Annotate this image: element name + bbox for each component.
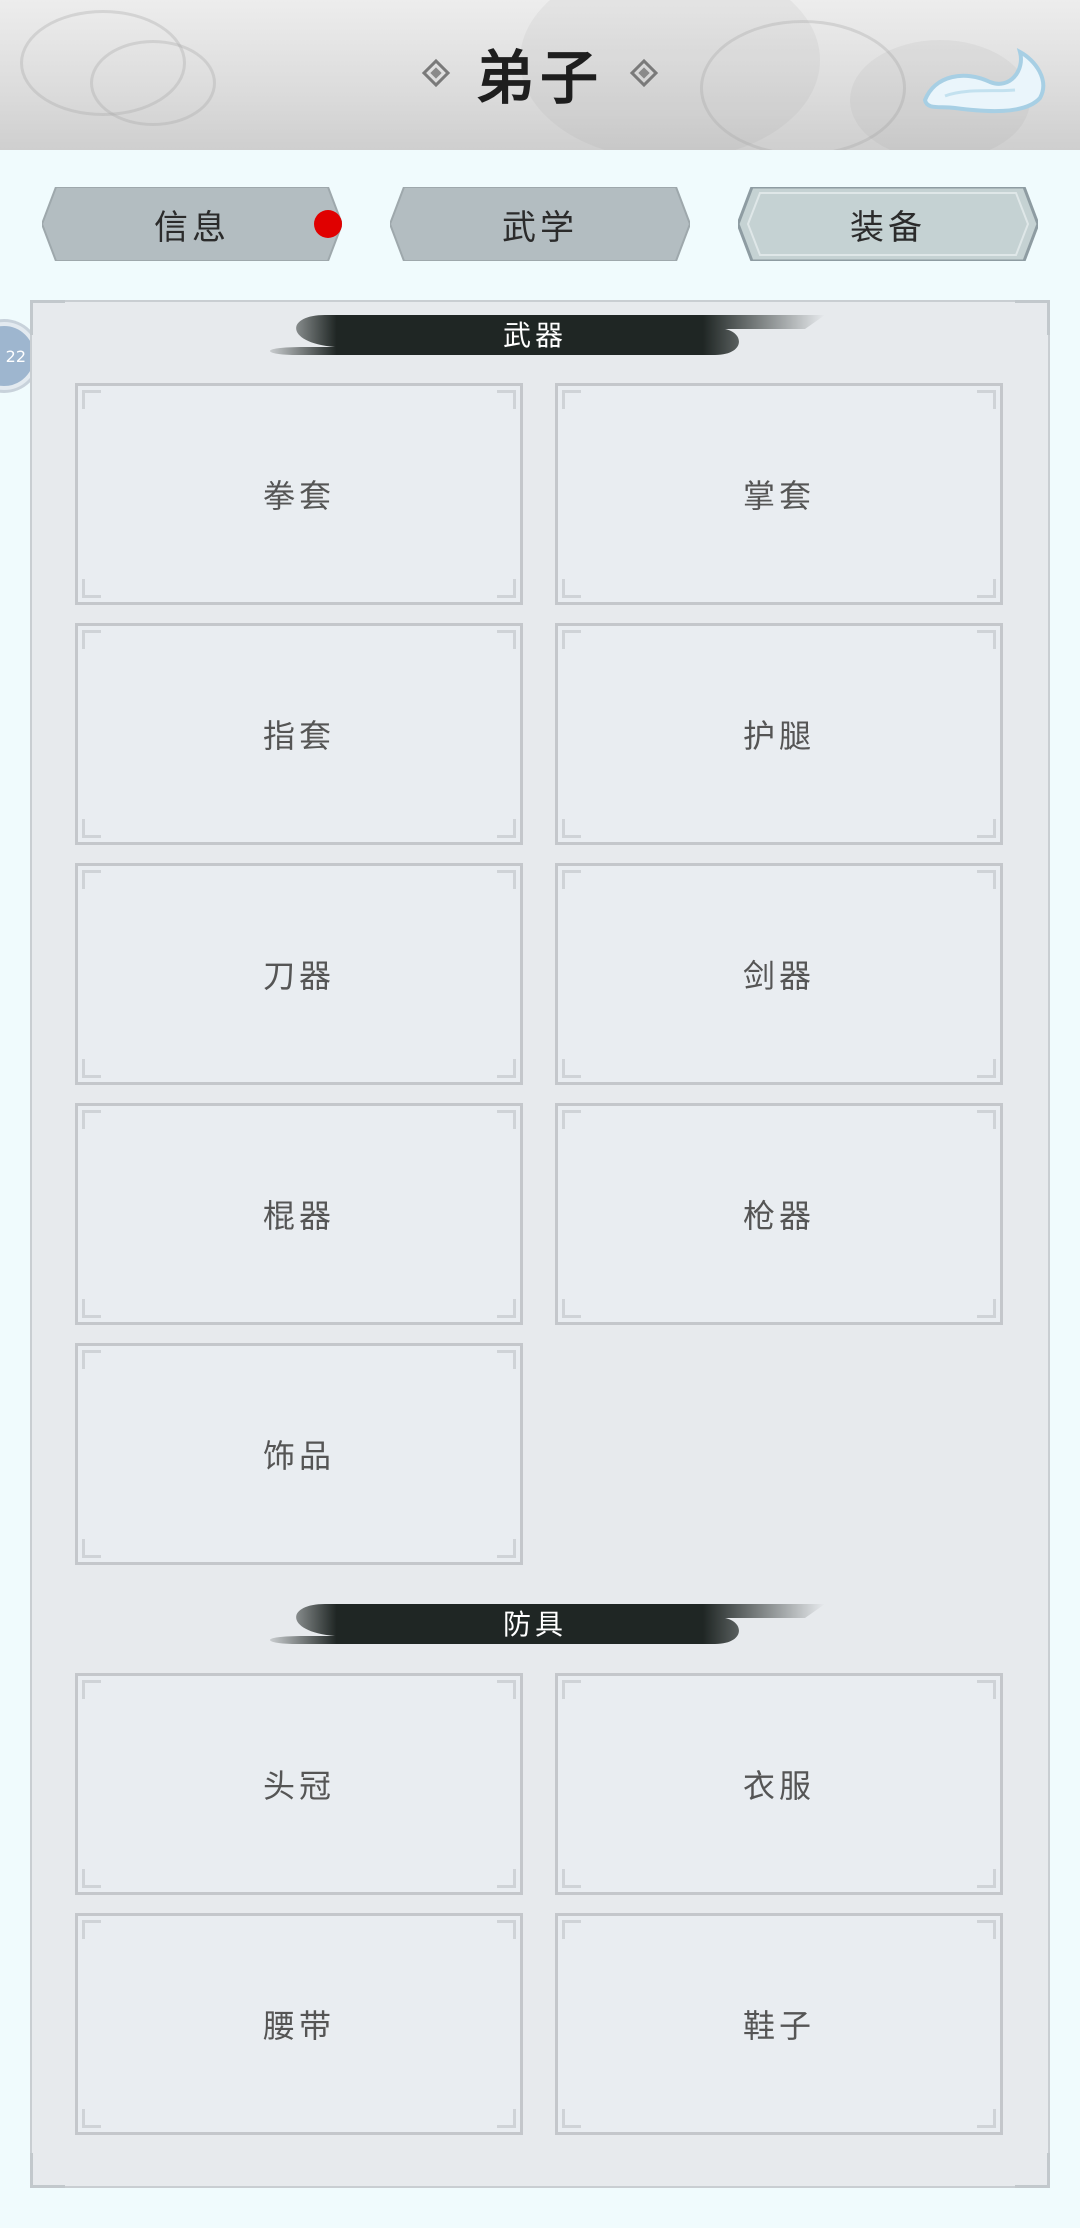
slot-label: 头冠 xyxy=(262,1767,335,1805)
slot-label: 剑器 xyxy=(742,957,815,995)
side-badge-text: 22 xyxy=(5,346,26,366)
tab-martial-arts[interactable]: 武学 xyxy=(390,187,690,261)
tab-martial-arts-label: 武学 xyxy=(502,207,578,248)
slot-spear[interactable]: 枪器 xyxy=(555,1103,1003,1325)
slot-label: 拳套 xyxy=(262,477,335,515)
slot-sword[interactable]: 剑器 xyxy=(555,863,1003,1085)
tab-equipment-label: 装备 xyxy=(850,207,926,248)
slot-label: 衣服 xyxy=(742,1767,815,1805)
tab-info-label: 信息 xyxy=(154,207,230,248)
slot-label: 鞋子 xyxy=(742,2007,815,2045)
slot-finger-glove[interactable]: 指套 xyxy=(75,623,523,845)
tab-info[interactable]: 信息 xyxy=(42,187,342,261)
slot-label: 掌套 xyxy=(742,477,815,515)
slot-clothes[interactable]: 衣服 xyxy=(555,1673,1003,1895)
slot-belt[interactable]: 腰带 xyxy=(75,1913,523,2135)
slot-helmet[interactable]: 头冠 xyxy=(75,1673,523,1895)
slot-label: 护腿 xyxy=(742,717,815,755)
slot-label: 刀器 xyxy=(262,957,335,995)
section-title-weapons: 武器 xyxy=(502,319,567,352)
section-header-weapons: 武器 xyxy=(245,305,825,365)
slot-blade[interactable]: 刀器 xyxy=(75,863,523,1085)
cloud-back-icon[interactable] xyxy=(915,30,1055,120)
slot-label: 枪器 xyxy=(742,1197,815,1235)
slot-label: 棍器 xyxy=(262,1197,335,1235)
section-title-armor: 防具 xyxy=(502,1608,567,1641)
slot-leg-guard[interactable]: 护腿 xyxy=(555,623,1003,845)
slot-label: 指套 xyxy=(262,717,335,755)
slot-label: 腰带 xyxy=(262,2007,335,2045)
slot-accessory[interactable]: 饰品 xyxy=(75,1343,523,1565)
slot-label: 饰品 xyxy=(262,1437,335,1475)
section-header-armor: 防具 xyxy=(245,1594,825,1654)
title-ornament-right-icon xyxy=(629,58,659,88)
slot-palm-glove[interactable]: 掌套 xyxy=(555,383,1003,605)
title-ornament-left-icon xyxy=(421,58,451,88)
slot-staff[interactable]: 棍器 xyxy=(75,1103,523,1325)
page-title: 弟子 xyxy=(475,44,604,112)
slot-shoes[interactable]: 鞋子 xyxy=(555,1913,1003,2135)
top-banner: 弟子 xyxy=(0,0,1080,150)
notification-dot xyxy=(314,210,342,238)
slot-fist-glove[interactable]: 拳套 xyxy=(75,383,523,605)
tab-equipment[interactable]: 装备 xyxy=(738,187,1038,261)
